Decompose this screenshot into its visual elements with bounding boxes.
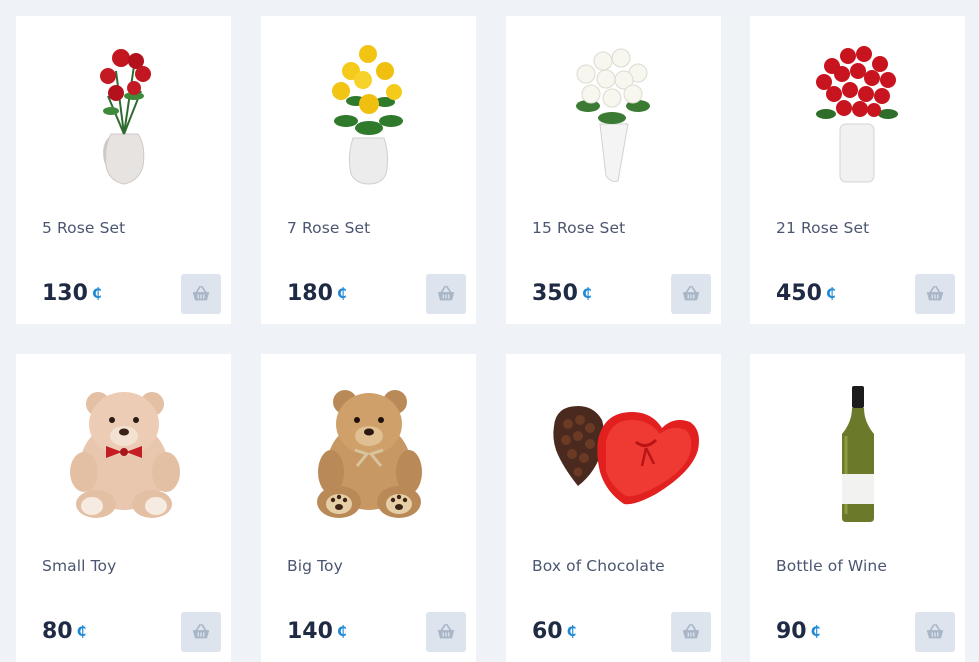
add-to-cart-button[interactable] [181,612,221,652]
product-price: 140 ₵ [287,619,347,644]
product-card[interactable]: Big Toy 140 ₵ [261,354,476,662]
product-image-wine-bottle[interactable] [750,354,965,544]
product-card[interactable]: Box of Chocolate 60 ₵ [506,354,721,662]
product-name[interactable]: 5 Rose Set [42,219,125,237]
basket-icon [926,623,944,639]
price-value: 80 [42,619,73,644]
product-card[interactable]: 21 Rose Set 450 ₵ [750,16,965,324]
product-price: 80 ₵ [42,619,86,644]
product-card[interactable]: 5 Rose Set 130 ₵ [16,16,231,324]
add-to-cart-button[interactable] [671,274,711,314]
price-value: 140 [287,619,333,644]
add-to-cart-button[interactable] [426,612,466,652]
product-name[interactable]: Bottle of Wine [776,557,887,575]
product-image-white-roses[interactable] [506,16,721,206]
currency-symbol: ₵ [825,286,836,302]
currency-symbol: ₵ [336,624,347,640]
basket-icon [926,285,944,301]
product-name[interactable]: 7 Rose Set [287,219,370,237]
product-card[interactable]: Bottle of Wine 90 ₵ [750,354,965,662]
product-card[interactable]: 7 Rose Set 180 ₵ [261,16,476,324]
add-to-cart-button[interactable] [915,612,955,652]
product-name[interactable]: Small Toy [42,557,116,575]
currency-symbol: ₵ [581,286,592,302]
price-value: 90 [776,619,807,644]
price-value: 450 [776,281,822,306]
product-price: 450 ₵ [776,281,836,306]
currency-symbol: ₵ [91,286,102,302]
basket-icon [192,285,210,301]
basket-icon [437,285,455,301]
product-price: 90 ₵ [776,619,820,644]
currency-symbol: ₵ [810,624,821,640]
product-name[interactable]: Box of Chocolate [532,557,665,575]
currency-symbol: ₵ [566,624,577,640]
add-to-cart-button[interactable] [915,274,955,314]
basket-icon [437,623,455,639]
currency-symbol: ₵ [76,624,87,640]
product-price: 350 ₵ [532,281,592,306]
price-value: 350 [532,281,578,306]
product-price: 180 ₵ [287,281,347,306]
product-price: 130 ₵ [42,281,102,306]
currency-symbol: ₵ [336,286,347,302]
add-to-cart-button[interactable] [426,274,466,314]
add-to-cart-button[interactable] [181,274,221,314]
product-image-red-roses[interactable] [16,16,231,206]
price-value: 180 [287,281,333,306]
product-image-yellow-roses[interactable] [261,16,476,206]
product-image-small-teddy-bear[interactable] [16,354,231,544]
basket-icon [192,623,210,639]
product-card[interactable]: 15 Rose Set 350 ₵ [506,16,721,324]
product-name[interactable]: 15 Rose Set [532,219,625,237]
product-image-red-rose-bouquet[interactable] [750,16,965,206]
product-card[interactable]: Small Toy 80 ₵ [16,354,231,662]
add-to-cart-button[interactable] [671,612,711,652]
price-value: 60 [532,619,563,644]
product-name[interactable]: 21 Rose Set [776,219,869,237]
product-image-chocolate-box[interactable] [506,354,721,544]
product-name[interactable]: Big Toy [287,557,343,575]
basket-icon [682,285,700,301]
product-grid: 5 Rose Set 130 ₵ 7 Rose Set 180 ₵ 15 Ros… [0,0,979,662]
basket-icon [682,623,700,639]
price-value: 130 [42,281,88,306]
product-image-big-teddy-bear[interactable] [261,354,476,544]
product-price: 60 ₵ [532,619,576,644]
